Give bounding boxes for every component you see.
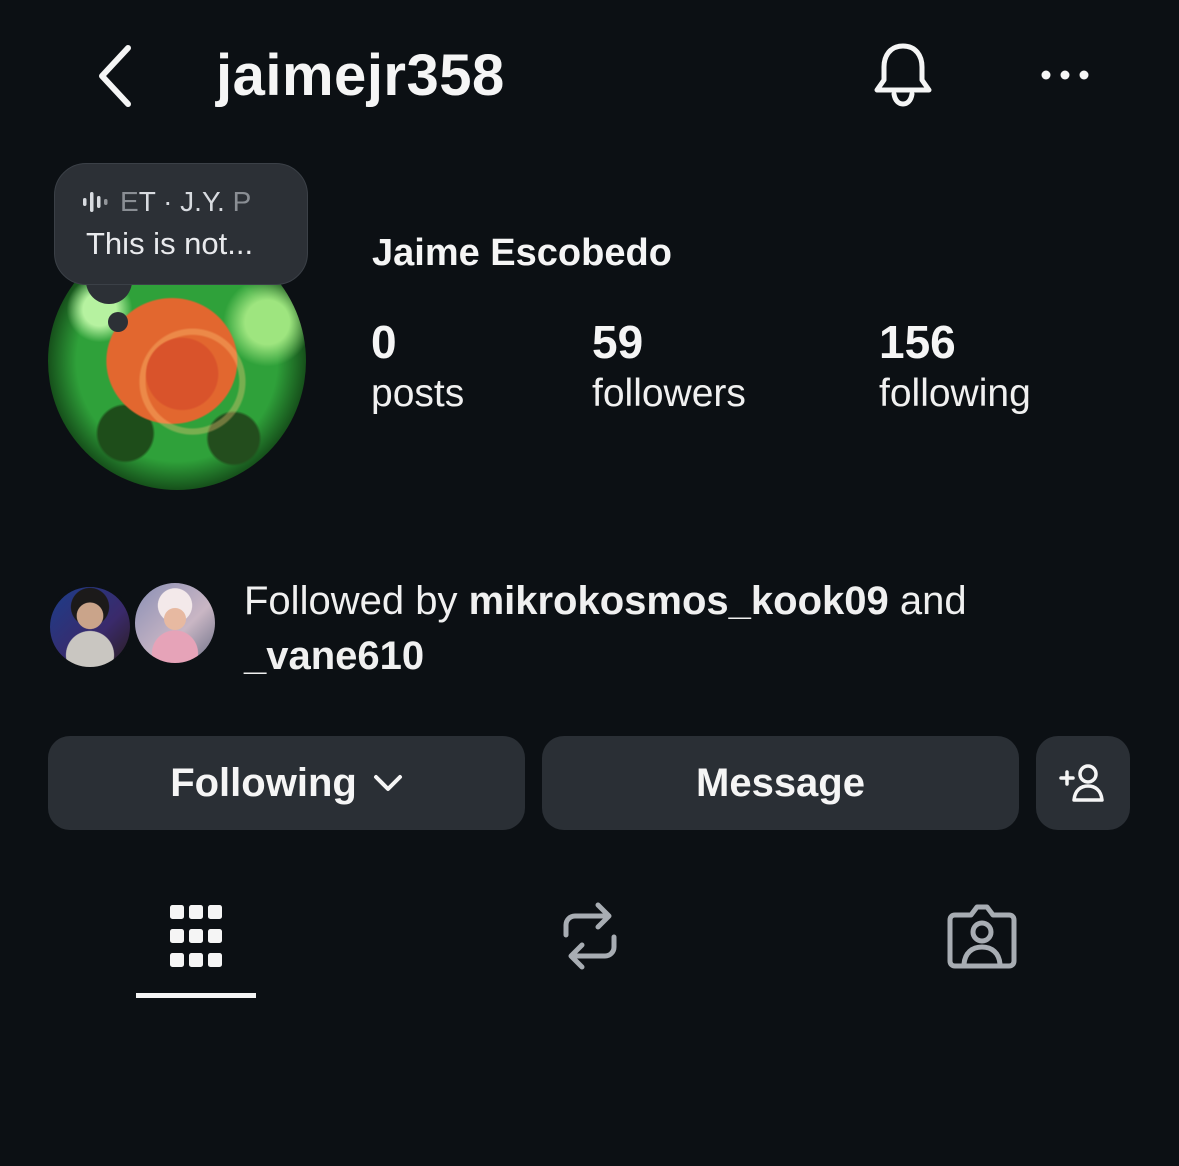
stat-followers[interactable]: 59 followers bbox=[592, 316, 746, 420]
message-button[interactable]: Message bbox=[542, 736, 1019, 830]
note-text: This is not... bbox=[86, 226, 254, 261]
add-person-icon bbox=[1059, 764, 1104, 802]
note-bubble-tail-dot bbox=[108, 312, 128, 332]
stat-followers-label: followers bbox=[592, 372, 746, 415]
stat-posts-value: 0 bbox=[371, 316, 397, 368]
profile-full-name: Jaime Escobedo bbox=[372, 232, 672, 274]
stat-posts[interactable]: 0 posts bbox=[371, 316, 464, 420]
suggested-users-button[interactable] bbox=[1036, 736, 1130, 830]
mutual-follower-avatar[interactable] bbox=[132, 580, 218, 666]
followed-by-conjunction: and bbox=[888, 579, 967, 623]
repost-icon bbox=[563, 902, 617, 970]
mutual-follower-avatar[interactable] bbox=[47, 584, 133, 670]
note-music-title: ET · J.Y. P bbox=[120, 186, 251, 218]
mutual-follower-link[interactable]: mikrokosmos_kook09 bbox=[469, 579, 889, 623]
back-button[interactable] bbox=[88, 40, 144, 112]
more-horizontal-icon bbox=[1041, 70, 1089, 80]
tab-posts-grid[interactable] bbox=[136, 890, 256, 982]
note-music-title-main: T · J.Y. bbox=[138, 186, 233, 217]
tagged-person-icon bbox=[947, 904, 1017, 969]
note-music-title-faded-start: E bbox=[120, 186, 139, 217]
following-button[interactable]: Following bbox=[48, 736, 525, 830]
followed-by-prefix: Followed by bbox=[244, 579, 469, 623]
profile-note-bubble[interactable] bbox=[54, 163, 308, 285]
message-button-label: Message bbox=[696, 760, 865, 805]
tab-tagged[interactable] bbox=[922, 890, 1042, 982]
chevron-down-icon bbox=[373, 775, 402, 791]
grid-icon bbox=[170, 905, 222, 967]
tab-reposts[interactable] bbox=[530, 890, 650, 982]
bell-icon bbox=[874, 43, 932, 107]
notifications-button[interactable] bbox=[866, 36, 940, 112]
stat-followers-value: 59 bbox=[592, 316, 644, 368]
stat-following-label: following bbox=[879, 372, 1031, 415]
stat-posts-label: posts bbox=[371, 372, 465, 415]
note-music-row: ET · J.Y. P bbox=[82, 186, 251, 218]
chevron-left-icon bbox=[99, 45, 131, 107]
stat-following[interactable]: 156 following bbox=[879, 316, 1031, 420]
mutual-follower-link[interactable]: _vane610 bbox=[244, 634, 424, 678]
stat-following-value: 156 bbox=[879, 316, 956, 368]
followed-by-text[interactable]: Followed by mikrokosmos_kook09 and _vane6… bbox=[244, 574, 1104, 684]
audio-wave-icon bbox=[83, 192, 108, 212]
following-button-label: Following bbox=[170, 760, 357, 805]
active-tab-indicator bbox=[136, 993, 256, 998]
more-options-button[interactable] bbox=[1030, 52, 1100, 98]
note-music-title-faded-end: P bbox=[232, 186, 252, 217]
profile-username: jaimejr358 bbox=[216, 43, 505, 108]
